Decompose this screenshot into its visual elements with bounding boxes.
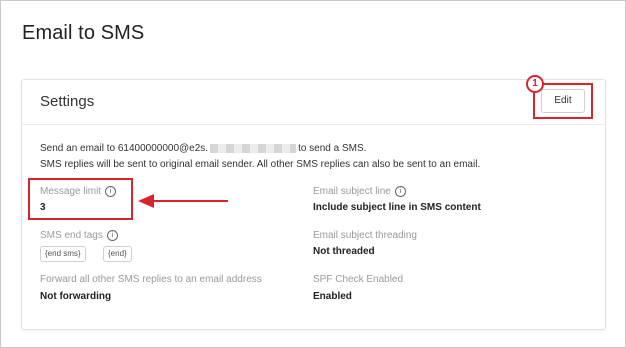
spf-check-value: Enabled: [313, 291, 352, 302]
end-tag: {end}: [103, 246, 132, 262]
sms-end-tags-label-row: SMS end tags i: [40, 230, 118, 241]
email-subject-line-label: Email subject line: [313, 186, 391, 198]
forward-value: Not forwarding: [40, 291, 112, 302]
info-icon[interactable]: i: [394, 186, 406, 197]
info-icon[interactable]: i: [106, 230, 118, 241]
spf-check-label: SPF Check Enabled: [313, 274, 404, 285]
email-subject-threading-value: Not threaded: [313, 246, 375, 257]
email-subject-line-value: Include subject line in SMS content: [313, 202, 481, 213]
email-subject-line-label-row: Email subject line i: [313, 186, 406, 197]
forward-label: Forward all other SMS replies to an emai…: [40, 274, 262, 285]
email-subject-threading-label: Email subject threading: [313, 230, 417, 241]
sms-end-tags-label: SMS end tags: [40, 230, 103, 242]
end-tag: {end sms}: [40, 246, 86, 262]
